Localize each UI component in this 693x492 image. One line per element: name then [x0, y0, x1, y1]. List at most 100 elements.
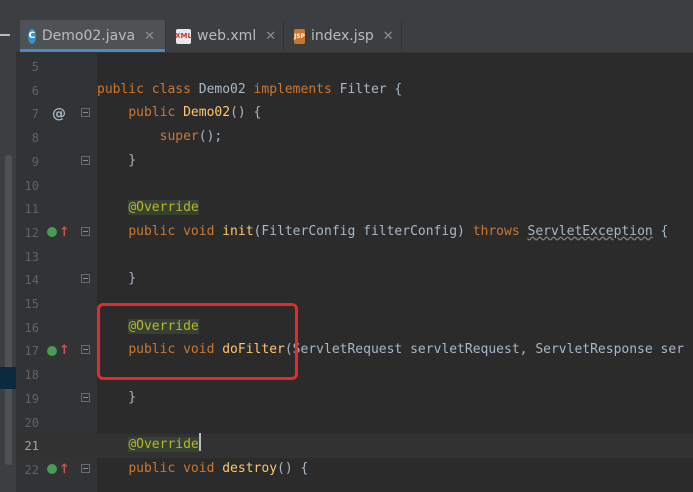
line-number: 8: [31, 131, 39, 146]
code-line[interactable]: 5: [17, 55, 693, 79]
code-token: throws: [472, 223, 528, 239]
line-number: 21: [24, 439, 39, 454]
line-number: 11: [24, 202, 39, 217]
code-line[interactable]: 7 @ public Demo02() {: [17, 102, 693, 126]
code-text: public class Demo02 implements Filter {: [97, 82, 402, 97]
fold-end-icon[interactable]: [81, 155, 90, 165]
highlight-box: [97, 303, 298, 380]
code-token: }: [97, 389, 137, 405]
line-number: 9: [31, 154, 39, 169]
code-text: @Override: [97, 200, 199, 216]
code-token: ();: [198, 129, 223, 145]
code-token: destroy: [222, 460, 278, 476]
fold-toggle-icon[interactable]: [81, 226, 90, 236]
line-number: 16: [24, 320, 39, 335]
scrollbar-thumb[interactable]: [5, 155, 12, 465]
override-marker-icon[interactable]: ↑: [47, 343, 70, 358]
code-token: init: [222, 223, 254, 239]
code-token: }: [97, 271, 137, 287]
code-text: }: [97, 390, 136, 405]
code-token: (ServletRequest servletRequest, ServletR…: [284, 342, 685, 358]
fold-end-icon[interactable]: [81, 392, 90, 402]
code-line[interactable]: 13: [17, 245, 693, 269]
line-number: 14: [24, 273, 39, 288]
tab-label: index.jsp: [310, 28, 374, 44]
code-token: public class: [97, 81, 199, 97]
close-icon[interactable]: ✕: [383, 29, 394, 44]
line-number: 7: [31, 107, 39, 122]
code-token: public void: [128, 460, 223, 476]
tab-web-xml[interactable]: XML web.xml ✕: [168, 20, 284, 52]
code-text: }: [97, 153, 136, 168]
code-text: public Demo02() {: [97, 105, 261, 120]
code-token: }: [97, 152, 137, 168]
code-token: ServletException: [527, 223, 653, 239]
code-line[interactable]: 10: [17, 174, 693, 198]
code-token: public: [128, 105, 184, 121]
close-icon[interactable]: ✕: [144, 29, 155, 44]
line-number: 20: [24, 415, 39, 430]
code-line[interactable]: 9 }: [17, 150, 693, 174]
fold-toggle-icon[interactable]: [81, 108, 90, 118]
xml-file-icon: XML: [175, 28, 192, 44]
tab-label: web.xml: [197, 28, 257, 44]
code-line[interactable]: 21 @Override: [17, 434, 693, 459]
code-token: Demo02: [198, 81, 254, 97]
code-text: }: [97, 271, 136, 286]
strip-selection: [0, 367, 16, 389]
code-line[interactable]: 19 }: [17, 387, 693, 411]
code-text: public void init(FilterConfig filterConf…: [97, 224, 668, 239]
fold-toggle-icon[interactable]: [81, 463, 90, 473]
code-line[interactable]: 6 public class Demo02 implements Filter {: [17, 79, 693, 103]
close-icon[interactable]: ✕: [265, 29, 276, 44]
override-marker-icon[interactable]: ↑: [47, 462, 70, 477]
code-token: super: [159, 129, 199, 145]
tab-index-jsp[interactable]: JSP index.jsp ✕: [286, 20, 402, 52]
tool-window-strip: [0, 0, 17, 492]
code-token: @Override: [128, 200, 199, 216]
line-number: 17: [24, 344, 39, 359]
code-token: @Override: [128, 437, 199, 453]
tab-label: Demo02.java: [41, 28, 136, 44]
override-marker-icon[interactable]: ↑: [47, 225, 70, 240]
line-number: 6: [31, 83, 39, 98]
fold-toggle-icon[interactable]: [81, 345, 90, 355]
line-number: 18: [24, 368, 39, 383]
line-number: 22: [24, 462, 39, 477]
jsp-file-icon: JSP: [294, 28, 305, 44]
code-line[interactable]: 14 }: [17, 268, 693, 292]
line-number: 5: [31, 60, 39, 74]
fold-end-icon[interactable]: [81, 274, 90, 284]
code-token: Filter {: [339, 81, 403, 97]
code-token: public void: [128, 223, 223, 239]
code-token: () {: [277, 460, 309, 476]
code-text: @Override: [97, 437, 199, 453]
tab-demo02-java[interactable]: C Demo02.java ✕: [20, 20, 166, 52]
text-caret: [199, 433, 201, 451]
class-icon: C: [28, 28, 36, 44]
strip-collapse-mark[interactable]: [0, 34, 10, 36]
code-token: {: [652, 223, 669, 239]
code-token: () {: [230, 105, 262, 121]
code-token: implements: [253, 81, 340, 97]
line-number: 12: [24, 225, 39, 240]
line-number: 13: [24, 249, 39, 264]
code-line[interactable]: 20: [17, 411, 693, 435]
code-line[interactable]: 11 @Override: [17, 197, 693, 221]
code-text: super();: [97, 129, 223, 145]
code-token: (FilterConfig filterConfig): [253, 223, 473, 239]
code-line[interactable]: 12 ↑ public void init(FilterConfig filter…: [17, 221, 693, 245]
line-number: 10: [24, 178, 39, 193]
line-number: 19: [24, 391, 39, 406]
code-line[interactable]: 8 super();: [17, 126, 693, 150]
implementation-marker-icon[interactable]: @: [52, 106, 66, 122]
code-text: public void destroy() {: [97, 461, 308, 476]
code-token: Demo02: [183, 105, 231, 121]
code-line[interactable]: 22 ↑ public void destroy() {: [17, 458, 693, 482]
